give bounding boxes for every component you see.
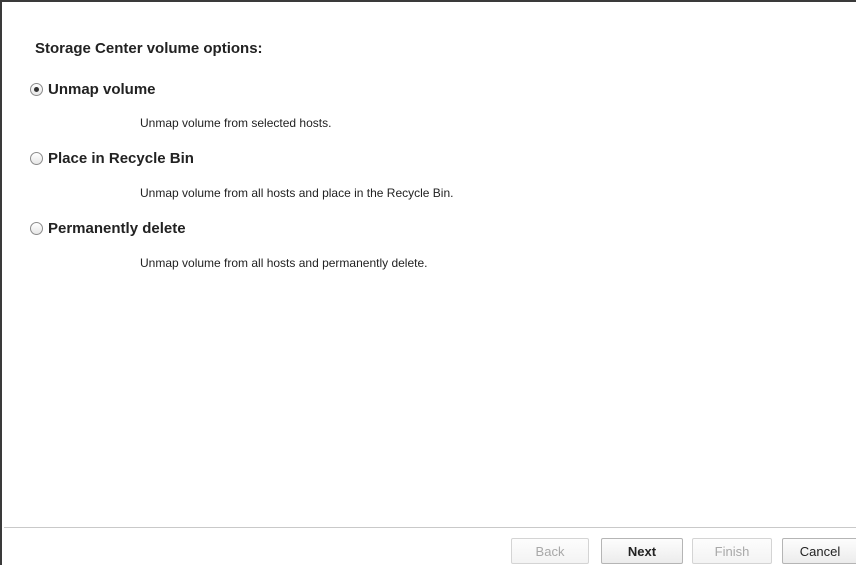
- option-unmap-volume[interactable]: Unmap volume: [30, 81, 156, 98]
- option-description: Unmap volume from all hosts and permanen…: [140, 256, 428, 270]
- radio-button-icon[interactable]: [30, 222, 43, 235]
- finish-button[interactable]: Finish: [692, 538, 772, 564]
- option-label[interactable]: Permanently delete: [48, 220, 186, 237]
- radio-button-icon[interactable]: [30, 152, 43, 165]
- next-button[interactable]: Next: [601, 538, 683, 564]
- cancel-button[interactable]: Cancel: [782, 538, 856, 564]
- option-permanently-delete[interactable]: Permanently delete: [30, 220, 186, 237]
- radio-button-selected-icon[interactable]: [30, 83, 43, 96]
- footer-divider: [4, 527, 856, 528]
- back-button[interactable]: Back: [511, 538, 589, 564]
- section-heading: Storage Center volume options:: [35, 40, 263, 57]
- option-label[interactable]: Unmap volume: [48, 81, 156, 98]
- option-label[interactable]: Place in Recycle Bin: [48, 150, 194, 167]
- option-place-in-recycle-bin[interactable]: Place in Recycle Bin: [30, 150, 194, 167]
- option-description: Unmap volume from selected hosts.: [140, 116, 332, 130]
- option-description: Unmap volume from all hosts and place in…: [140, 186, 454, 200]
- wizard-dialog: Storage Center volume options: Unmap vol…: [0, 0, 856, 565]
